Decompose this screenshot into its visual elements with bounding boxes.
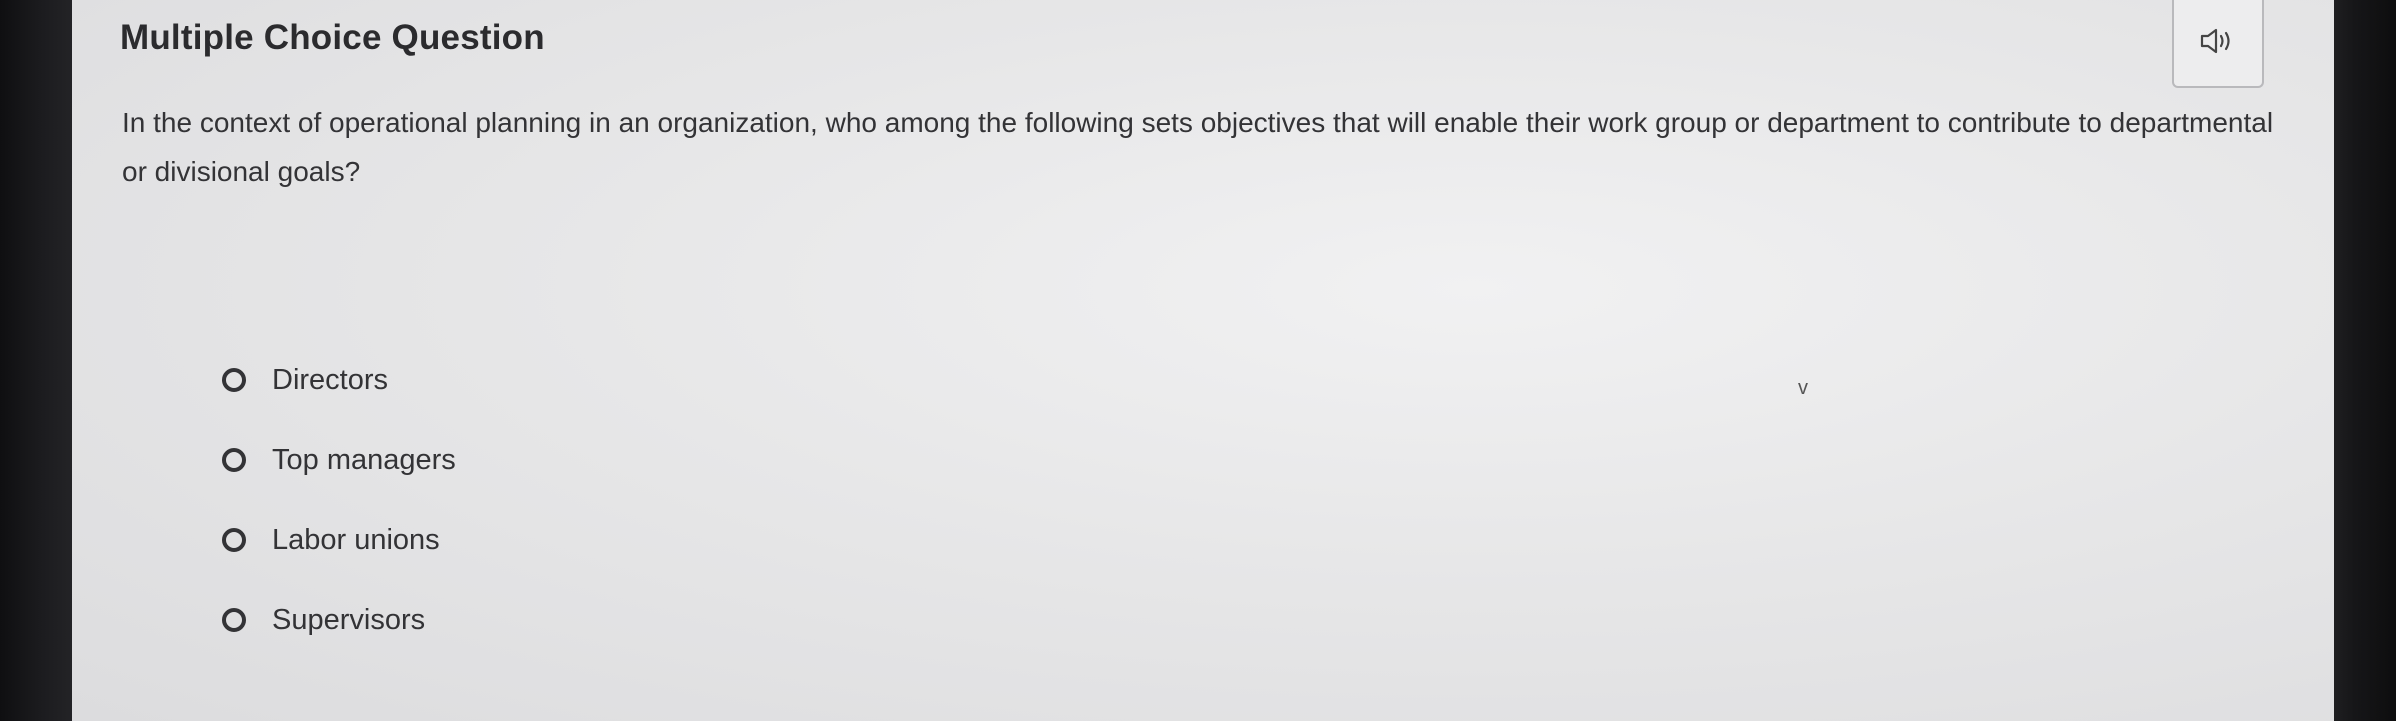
question-prompt: In the context of operational planning i… <box>122 107 2274 187</box>
device-bezel-left <box>0 0 72 721</box>
answer-option-label: Directors <box>272 363 389 396</box>
answer-option-label: Top managers <box>272 443 456 476</box>
radio-button[interactable] <box>222 448 246 472</box>
speaker-icon <box>2199 26 2237 61</box>
read-aloud-button[interactable] <box>2172 0 2264 88</box>
question-type-title: Multiple Choice Question <box>120 18 545 57</box>
answer-option-labor-unions[interactable]: Labor unions <box>222 500 456 580</box>
radio-button[interactable] <box>222 608 246 632</box>
radio-button[interactable] <box>222 368 246 392</box>
question-screen: Multiple Choice Question In the context … <box>72 0 2334 721</box>
answer-option-label: Supervisors <box>272 603 426 636</box>
answer-option-supervisors[interactable]: Supervisors <box>222 580 456 660</box>
answer-option-top-managers[interactable]: Top managers <box>222 420 456 500</box>
answer-option-label: Labor unions <box>272 523 440 556</box>
answer-options: Directors Top managers Labor unions Supe… <box>222 340 456 660</box>
cursor-mark: v <box>1798 377 1808 399</box>
answer-option-directors[interactable]: Directors <box>222 340 456 420</box>
radio-button[interactable] <box>222 528 246 552</box>
